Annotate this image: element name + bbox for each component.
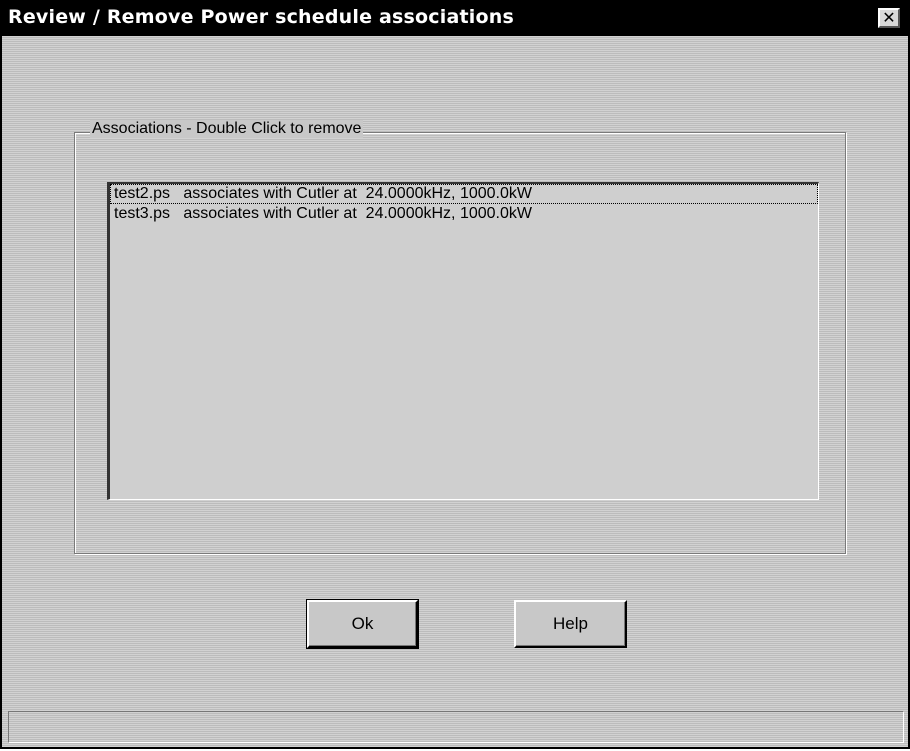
- list-item[interactable]: test3.ps associates with Cutler at 24.00…: [110, 204, 818, 224]
- close-button[interactable]: ✕: [878, 8, 900, 28]
- dialog-window: Review / Remove Power schedule associati…: [0, 0, 910, 749]
- close-icon: ✕: [882, 8, 896, 27]
- help-button[interactable]: Help: [514, 600, 627, 648]
- ok-button[interactable]: Ok: [306, 599, 419, 649]
- window-title: Review / Remove Power schedule associati…: [8, 6, 514, 28]
- associations-group-label: Associations - Double Click to remove: [90, 120, 364, 138]
- title-bar[interactable]: Review / Remove Power schedule associati…: [2, 2, 908, 36]
- list-item[interactable]: test2.ps associates with Cutler at 24.00…: [110, 184, 818, 204]
- status-bar: [8, 711, 904, 743]
- associations-listbox[interactable]: test2.ps associates with Cutler at 24.00…: [107, 182, 819, 500]
